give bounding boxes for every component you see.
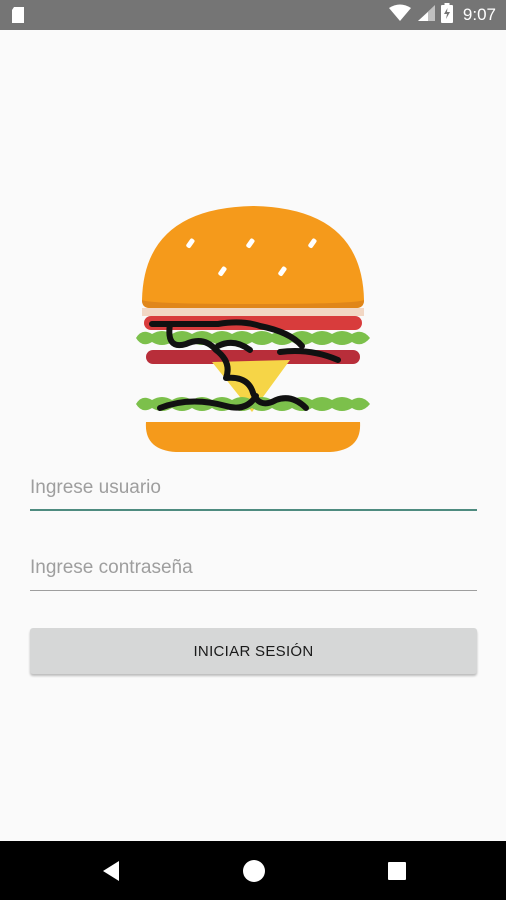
password-input[interactable]	[30, 547, 477, 589]
navigation-bar	[0, 841, 506, 900]
password-underline	[30, 590, 477, 591]
password-field[interactable]	[30, 547, 477, 591]
status-time: 9:07	[462, 5, 496, 24]
back-icon[interactable]	[97, 857, 125, 885]
signal-icon	[417, 4, 435, 27]
login-screen: INICIAR SESIÓN	[0, 30, 506, 841]
username-underline	[30, 509, 477, 511]
login-button[interactable]: INICIAR SESIÓN	[30, 628, 477, 674]
wifi-icon	[388, 4, 411, 27]
status-bar: 9:07	[0, 0, 506, 30]
home-icon[interactable]	[240, 857, 268, 885]
username-input[interactable]	[30, 467, 477, 509]
sd-card-icon	[10, 6, 28, 24]
hamburger-icon	[130, 200, 376, 455]
status-icons: 9:07	[388, 0, 496, 30]
recents-icon[interactable]	[383, 857, 411, 885]
username-field[interactable]	[30, 467, 477, 511]
battery-icon	[440, 2, 453, 28]
